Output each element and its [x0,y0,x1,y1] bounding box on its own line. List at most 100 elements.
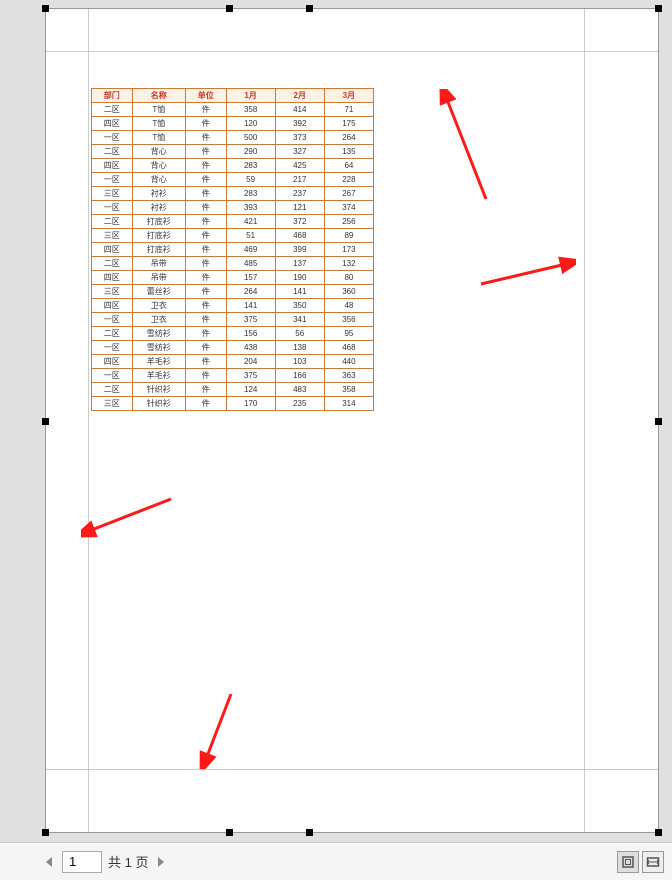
cell: 137 [275,257,324,271]
cell: 件 [185,117,226,131]
cell: 二区 [92,103,133,117]
cell: 350 [275,299,324,313]
cell: 件 [185,327,226,341]
fit-width-button[interactable] [642,851,664,873]
cell: 468 [275,229,324,243]
cell: 374 [324,201,373,215]
cell: 件 [185,285,226,299]
cell: 327 [275,145,324,159]
toolbar: 1 共 1 页 [0,842,672,880]
cell: 235 [275,397,324,411]
cell: 393 [226,201,275,215]
cell: 二区 [92,215,133,229]
table-row: 一区雪纺衫件438138468 [92,341,374,355]
table-row: 三区针织衫件170235314 [92,397,374,411]
margin-guide [88,9,89,832]
page-canvas: 部门名称单位1月2月3月 二区T恤件35841471四区T恤件120392175… [45,8,659,833]
cell: 件 [185,159,226,173]
cell: 二区 [92,383,133,397]
cell: 件 [185,299,226,313]
cell: 件 [185,383,226,397]
cell: 256 [324,215,373,229]
cell: 一区 [92,341,133,355]
cell: 件 [185,341,226,355]
cell: 204 [226,355,275,369]
cell: 363 [324,369,373,383]
cell: 四区 [92,117,133,131]
cell: 雪纺衫 [132,327,185,341]
page-count-label: 共 1 页 [108,852,148,871]
table-row: 二区雪纺衫件1565695 [92,327,374,341]
cell: 衬衫 [132,201,185,215]
table-row: 四区T恤件120392175 [92,117,374,131]
cell: 二区 [92,145,133,159]
table-row: 一区T恤件500373264 [92,131,374,145]
cell: 一区 [92,313,133,327]
cell: 392 [275,117,324,131]
cell: 375 [226,313,275,327]
table-row: 四区羊毛衫件204103440 [92,355,374,369]
cell: 64 [324,159,373,173]
cell: 羊毛衫 [132,355,185,369]
cell: 件 [185,397,226,411]
cell: 件 [185,355,226,369]
cell: 衬衫 [132,187,185,201]
cell: 124 [226,383,275,397]
cell: 135 [324,145,373,159]
cell: 95 [324,327,373,341]
fit-page-button[interactable] [617,851,639,873]
cell: 打底衫 [132,229,185,243]
resize-handle[interactable] [306,5,313,12]
cell: 141 [275,285,324,299]
cell: 358 [324,383,373,397]
cell: 件 [185,173,226,187]
table-row: 一区衬衫件393121374 [92,201,374,215]
cell: 雪纺衫 [132,341,185,355]
resize-handle[interactable] [306,829,313,836]
resize-handle[interactable] [655,5,662,12]
cell: 件 [185,229,226,243]
cell: 蕾丝衫 [132,285,185,299]
cell: 71 [324,103,373,117]
cell: 四区 [92,299,133,313]
cell: 283 [226,159,275,173]
cell: 51 [226,229,275,243]
cell: 438 [226,341,275,355]
resize-handle[interactable] [655,418,662,425]
cell: 469 [226,243,275,257]
cell: 283 [226,187,275,201]
next-page-button[interactable] [152,851,170,873]
cell: 件 [185,215,226,229]
resize-handle[interactable] [226,829,233,836]
cell: 356 [324,313,373,327]
cell: 414 [275,103,324,117]
cell: 468 [324,341,373,355]
cell: 针织衫 [132,383,185,397]
prev-page-button[interactable] [40,851,58,873]
table-row: 四区打底衫件469399173 [92,243,374,257]
cell: 打底衫 [132,243,185,257]
arrow-annotation [426,89,506,204]
resize-handle[interactable] [42,829,49,836]
cell: 156 [226,327,275,341]
table-row: 三区衬衫件283237267 [92,187,374,201]
cell: 237 [275,187,324,201]
cell: 件 [185,145,226,159]
page-input[interactable]: 1 [62,851,102,873]
table-row: 二区打底衫件421372256 [92,215,374,229]
resize-handle[interactable] [42,5,49,12]
cell: 121 [275,201,324,215]
cell: 羊毛衫 [132,369,185,383]
resize-handle[interactable] [42,418,49,425]
data-table: 部门名称单位1月2月3月 二区T恤件35841471四区T恤件120392175… [91,88,374,411]
cell: 120 [226,117,275,131]
cell: 卫衣 [132,299,185,313]
cell: 件 [185,271,226,285]
margin-guide [584,9,585,832]
resize-handle[interactable] [655,829,662,836]
cell: 500 [226,131,275,145]
table-row: 二区针织衫件124483358 [92,383,374,397]
resize-handle[interactable] [226,5,233,12]
cell: 吊带 [132,271,185,285]
cell: 314 [324,397,373,411]
